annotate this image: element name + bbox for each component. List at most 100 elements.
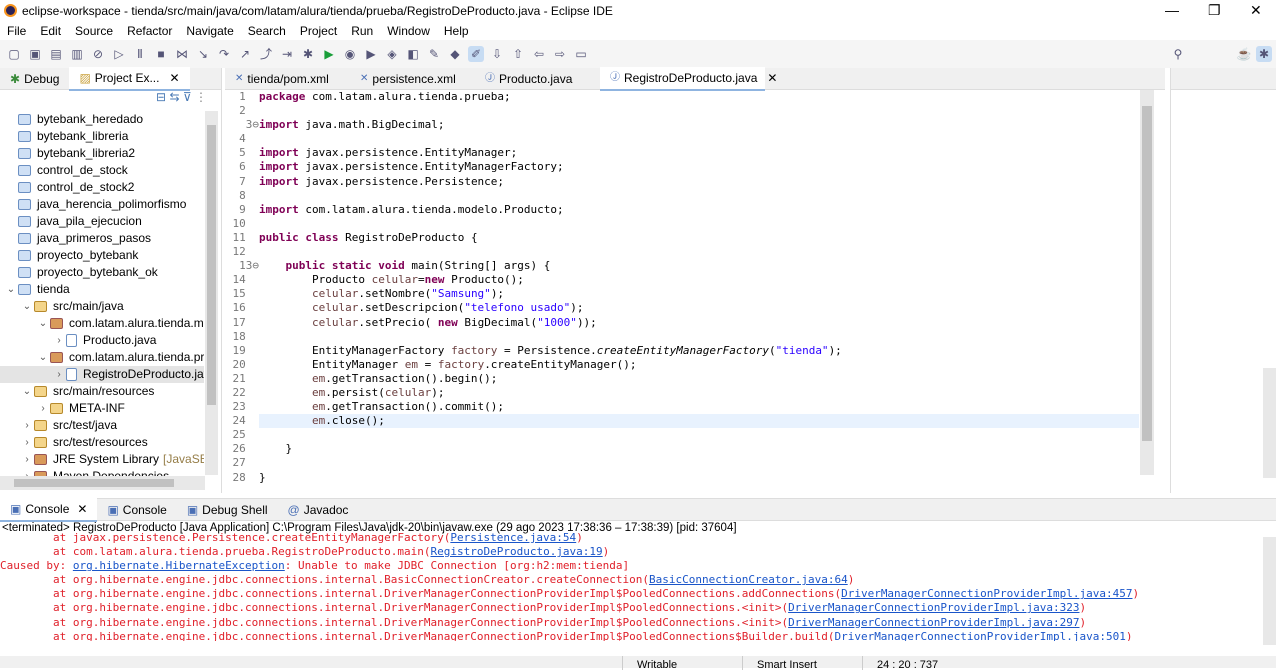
close-tab-icon[interactable]: ✕ [767, 67, 777, 89]
tree-item[interactable]: control_de_stock2 [0, 179, 204, 196]
save-all-icon[interactable]: ▤ [48, 46, 64, 62]
highlight-icon[interactable]: ✐ [468, 46, 484, 62]
menu-file[interactable]: File [0, 22, 33, 40]
use-step-filters-icon[interactable]: ⇥ [279, 46, 295, 62]
close-tab-icon[interactable]: ✕ [169, 67, 179, 89]
tree-item[interactable]: bytebank_libreria [0, 128, 204, 145]
tree-item[interactable]: proyecto_bytebank_ok [0, 264, 204, 281]
terminate-icon[interactable]: ■ [153, 46, 169, 62]
expand-arrow-icon[interactable]: ⌄ [4, 281, 18, 298]
tree-item[interactable]: java_herencia_polimorfismo [0, 196, 204, 213]
menu-edit[interactable]: Edit [33, 22, 68, 40]
collapse-arrow-icon[interactable]: › [52, 332, 66, 349]
back-icon[interactable]: ⇦ [531, 46, 547, 62]
debug-icon[interactable]: ✱ [300, 46, 316, 62]
console-link[interactable]: BasicConnectionCreator.java:64 [649, 573, 848, 586]
tree-item[interactable]: ⌄ src/main/resources [0, 383, 204, 400]
minimize-button[interactable]: — [1165, 2, 1179, 18]
next-annotation-icon[interactable]: ⇩ [489, 46, 505, 62]
collapse-arrow-icon[interactable]: › [20, 434, 34, 451]
skip-breakpoints-icon[interactable]: ⊘ [90, 46, 106, 62]
disconnect-icon[interactable]: ⋈ [174, 46, 190, 62]
previous-annotation-icon[interactable]: ⇧ [510, 46, 526, 62]
editor-scrollbar[interactable] [1140, 90, 1154, 475]
menu-refactor[interactable]: Refactor [120, 22, 179, 40]
tab-project-ex-[interactable]: ▨ Project Ex... ✕ [69, 66, 190, 91]
resume-icon[interactable]: ▷ [111, 46, 127, 62]
menu-run[interactable]: Run [344, 22, 380, 40]
collapse-arrow-icon[interactable]: › [52, 366, 66, 383]
console-link[interactable]: DriverManagerConnectionProviderImpl.java… [788, 601, 1079, 614]
search-icon[interactable]: ✎ [426, 46, 442, 62]
terminal-icon[interactable]: ▥ [69, 46, 85, 62]
menu-source[interactable]: Source [68, 22, 120, 40]
expand-arrow-icon[interactable]: ⌄ [20, 298, 34, 315]
expand-arrow-icon[interactable]: ⌄ [20, 383, 34, 400]
editor-tab-producto-java[interactable]: Ⓙ Producto.java [475, 68, 600, 90]
console-tab-1[interactable]: ▣ Console [97, 499, 176, 521]
tab-debug[interactable]: ✱ Debug [0, 68, 69, 90]
editor-tab-registrodeproducto-java[interactable]: Ⓙ RegistroDeProducto.java ✕ [600, 66, 777, 91]
suspend-icon[interactable]: Ⅱ [132, 46, 148, 62]
collapse-arrow-icon[interactable]: › [20, 451, 34, 468]
java-perspective-icon[interactable]: ☕ [1236, 46, 1252, 62]
outline-scrollbar[interactable] [1263, 368, 1276, 478]
menu-search[interactable]: Search [241, 22, 293, 40]
tree-h-scrollbar[interactable] [0, 476, 205, 490]
save-icon[interactable]: ▣ [27, 46, 43, 62]
collapse-arrow-icon[interactable]: › [20, 417, 34, 434]
tree-item[interactable]: › src/test/java [0, 417, 204, 434]
search-toolbar-icon[interactable]: ⚲ [1170, 46, 1186, 62]
console-link[interactable]: org.hibernate.HibernateException [73, 559, 285, 572]
console-link[interactable]: Persistence.java:54 [450, 531, 576, 544]
tree-item[interactable]: ⌄ tienda [0, 281, 204, 298]
tree-item[interactable]: java_primeros_pasos [0, 230, 204, 247]
tree-item[interactable]: › JRE System Library[JavaSE-11] [0, 451, 204, 468]
menu-window[interactable]: Window [380, 22, 437, 40]
console-scrollbar[interactable] [1263, 537, 1276, 645]
menu-project[interactable]: Project [293, 22, 344, 40]
tree-item[interactable]: bytebank_heredado [0, 111, 204, 128]
menu-help[interactable]: Help [437, 22, 476, 40]
external-tools-icon[interactable]: ▶ [363, 46, 379, 62]
console-tab-2[interactable]: ▣ Debug Shell [177, 499, 278, 521]
tree-scrollbar[interactable] [205, 111, 218, 475]
open-type-icon[interactable]: ◧ [405, 46, 421, 62]
code-editor[interactable]: ✕ tienda/pom.xml ✕ persistence.xml Ⓙ Producto… [225, 66, 1165, 493]
expand-arrow-icon[interactable]: ⌄ [36, 315, 50, 332]
tree-item[interactable]: control_de_stock [0, 162, 204, 179]
tree-item[interactable]: › src/test/resources [0, 434, 204, 451]
code-area[interactable]: package com.latam.alura.tienda.prueba; im… [259, 90, 1139, 485]
editor-tab-persistence-xml[interactable]: ✕ persistence.xml [350, 68, 475, 90]
editor-tab-tienda-pom-xml[interactable]: ✕ tienda/pom.xml [225, 68, 350, 90]
step-into-icon[interactable]: ↘ [195, 46, 211, 62]
console-tab-3[interactable]: @ Javadoc [278, 499, 359, 521]
close-tab-icon[interactable]: ✕ [77, 498, 87, 520]
collapse-arrow-icon[interactable]: › [36, 400, 50, 417]
coverage-icon[interactable]: ◉ [342, 46, 358, 62]
link-editor-icon[interactable]: ⇆ [169, 90, 179, 104]
console-tab-0[interactable]: ▣ Console ✕ [0, 497, 98, 522]
new-java-project-icon[interactable]: ◈ [384, 46, 400, 62]
close-button[interactable]: ✕ [1250, 2, 1262, 19]
console-output[interactable]: at javax.persistence.Persistence.createE… [0, 531, 1276, 641]
menu-navigate[interactable]: Navigate [179, 22, 240, 40]
console-link[interactable]: DriverManagerConnectionProviderImpl.java… [788, 616, 1079, 629]
pin-editor-icon[interactable]: ▭ [573, 46, 589, 62]
console-link[interactable]: DriverManagerConnectionProviderImpl.java… [834, 630, 1125, 641]
step-over-icon[interactable]: ↷ [216, 46, 232, 62]
filter-icon[interactable]: ⊽ [183, 90, 192, 104]
view-menu-icon[interactable]: ⋮ [195, 90, 207, 104]
forward-icon[interactable]: ⇨ [552, 46, 568, 62]
tree-item[interactable]: › Producto.java [0, 332, 204, 349]
tree-item[interactable]: ⌄ com.latam.alura.tienda.pru [0, 349, 204, 366]
toggle-mark-occurrences-icon[interactable]: ◆ [447, 46, 463, 62]
tree-item[interactable]: ⌄ com.latam.alura.tienda.mo [0, 315, 204, 332]
run-icon[interactable]: ▶ [321, 46, 337, 62]
console-link[interactable]: DriverManagerConnectionProviderImpl.java… [841, 587, 1132, 600]
console-link[interactable]: RegistroDeProducto.java:19 [430, 545, 602, 558]
new-icon[interactable]: ▢ [6, 46, 22, 62]
collapse-all-icon[interactable]: ⊟ [156, 90, 166, 104]
debug-perspective-icon[interactable]: ✱ [1256, 46, 1272, 62]
restore-button[interactable]: ❐ [1208, 2, 1221, 19]
